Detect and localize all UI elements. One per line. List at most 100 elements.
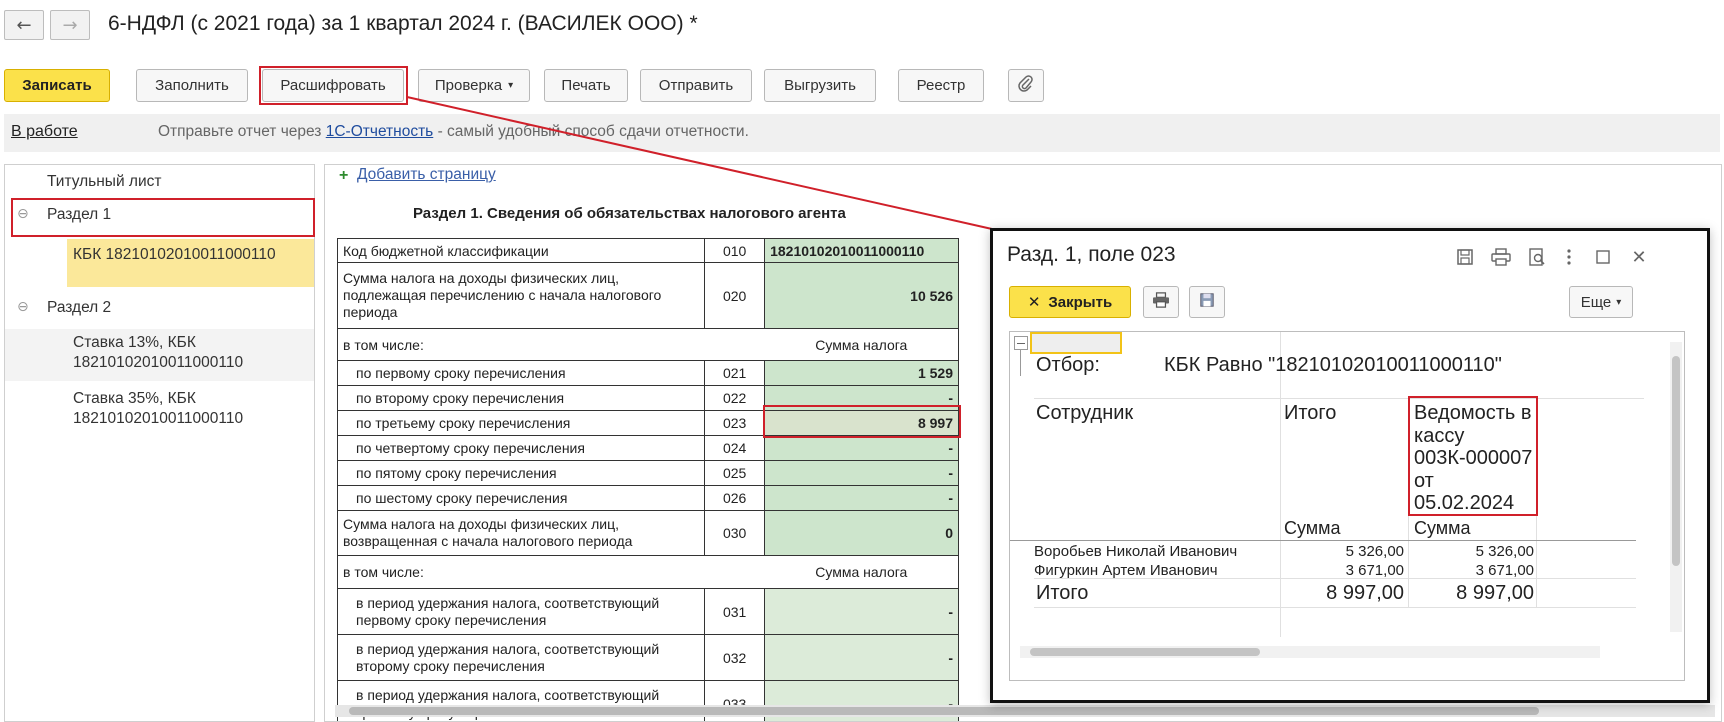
tree-item-section1[interactable]: ⊖ Раздел 1 bbox=[5, 197, 314, 237]
tree-item-label: Раздел 1 bbox=[47, 206, 111, 224]
row-label: по первому сроку перечисления bbox=[338, 361, 705, 386]
table-row: по третьему сроку перечисления 023 8 997 bbox=[338, 411, 959, 436]
row-label: в период удержания налога, соответствующ… bbox=[338, 589, 705, 635]
save-button[interactable]: Записать bbox=[4, 69, 110, 102]
subheader-sum: Сумма bbox=[1414, 518, 1471, 539]
status-link[interactable]: В работе bbox=[11, 123, 78, 141]
check-button[interactable]: Проверка ▾ bbox=[418, 69, 530, 102]
info-text-before: Отправьте отчет через bbox=[158, 123, 321, 140]
arrow-right-icon: → bbox=[62, 15, 77, 36]
tree-item-rate-13[interactable]: Ставка 13%, КБК 18210102010011000110 bbox=[5, 329, 314, 381]
row-code: 026 bbox=[705, 486, 765, 511]
collapse-icon[interactable]: ⊖ bbox=[17, 206, 29, 222]
forward-button[interactable]: → bbox=[50, 10, 90, 40]
table-row: в том числе: Сумма налога bbox=[338, 556, 959, 589]
info-text-after: - самый удобный способ сдачи отчетности. bbox=[438, 123, 749, 140]
row-code: 010 bbox=[705, 239, 765, 263]
tree-item-label: Раздел 2 bbox=[47, 299, 111, 317]
group-bracket bbox=[1020, 350, 1021, 376]
table-row: Код бюджетной классификации 010 18210102… bbox=[338, 239, 959, 263]
field-031[interactable]: - bbox=[765, 589, 959, 635]
row-label: по третьему сроку перечисления bbox=[338, 411, 705, 436]
popup-more-button[interactable]: Еще ▾ bbox=[1569, 286, 1633, 318]
row-code: 031 bbox=[705, 589, 765, 635]
table-row: в период удержания налога, соответствующ… bbox=[338, 589, 959, 635]
export-button[interactable]: Выгрузить bbox=[764, 69, 876, 102]
row-code: 032 bbox=[705, 635, 765, 681]
group-collapse-icon[interactable] bbox=[1014, 336, 1028, 350]
popup-save-button[interactable] bbox=[1189, 286, 1225, 318]
paperclip-icon bbox=[1017, 75, 1035, 97]
fill-button[interactable]: Заполнить bbox=[136, 69, 248, 102]
field-032[interactable]: - bbox=[765, 635, 959, 681]
decode-popup: Разд. 1, поле 023 ✕ ✕ Закрыть Еще ▾ bbox=[990, 228, 1710, 703]
collapse-icon[interactable]: ⊖ bbox=[17, 299, 29, 315]
tree-item-label-line2: 18210102010011000110 bbox=[73, 409, 314, 429]
scrollbar-thumb[interactable] bbox=[349, 707, 1539, 715]
employee-doc-sum: 3 671,00 bbox=[1430, 562, 1534, 579]
close-popup-button[interactable]: ✕ Закрыть bbox=[1009, 286, 1131, 318]
report-horizontal-scrollbar[interactable] bbox=[1020, 646, 1600, 658]
attach-button[interactable] bbox=[1008, 69, 1044, 102]
close-icon[interactable]: ✕ bbox=[1627, 245, 1651, 269]
row-code: 025 bbox=[705, 461, 765, 486]
field-021[interactable]: 1 529 bbox=[765, 361, 959, 386]
tree-item-rate-35[interactable]: Ставка 35%, КБК 18210102010011000110 bbox=[5, 385, 314, 433]
tree-item-section1-kbk[interactable]: КБК 18210102010011000110 bbox=[67, 239, 314, 287]
tree-item-section2[interactable]: ⊖ Раздел 2 bbox=[5, 295, 314, 325]
send-button[interactable]: Отправить bbox=[640, 69, 752, 102]
doc-line: кассу bbox=[1414, 425, 1532, 448]
field-030[interactable]: 0 bbox=[765, 511, 959, 556]
maximize-icon[interactable] bbox=[1591, 245, 1615, 269]
scrollbar-thumb[interactable] bbox=[1030, 648, 1260, 656]
tree-item-label: КБК 18210102010011000110 bbox=[73, 246, 276, 263]
close-button-label: Закрыть bbox=[1048, 294, 1112, 311]
footer-total: 8 997,00 bbox=[1290, 582, 1404, 605]
scrollbar-thumb[interactable] bbox=[1672, 356, 1680, 566]
column-caption: Сумма налога bbox=[765, 329, 959, 361]
field-010[interactable]: 18210102010011000110 bbox=[765, 239, 959, 263]
close-x-icon: ✕ bbox=[1028, 293, 1041, 311]
more-vertical-icon[interactable] bbox=[1557, 245, 1581, 269]
page-title: 6-НДФЛ (с 2021 года) за 1 квартал 2024 г… bbox=[108, 12, 698, 36]
section-tree: Титульный лист ⊖ Раздел 1 КБК 1821010201… bbox=[4, 164, 315, 722]
form-horizontal-scrollbar[interactable] bbox=[335, 705, 1715, 717]
grid-line bbox=[1280, 332, 1281, 637]
table-row: по четвертому сроку перечисления 024 - bbox=[338, 436, 959, 461]
tree-item-label-line1: Ставка 35%, КБК bbox=[73, 389, 314, 409]
employee-name: Фигуркин Артем Иванович bbox=[1034, 562, 1218, 579]
field-025[interactable]: - bbox=[765, 461, 959, 486]
print-button[interactable]: Печать bbox=[544, 69, 628, 102]
save-icon[interactable] bbox=[1453, 245, 1477, 269]
registry-button[interactable]: Реестр bbox=[898, 69, 984, 102]
field-026[interactable]: - bbox=[765, 486, 959, 511]
add-page-link[interactable]: Добавить страницу bbox=[357, 166, 496, 184]
plus-icon: + bbox=[339, 167, 348, 185]
field-024[interactable]: - bbox=[765, 436, 959, 461]
print-icon[interactable] bbox=[1489, 245, 1513, 269]
grid-line bbox=[1408, 398, 1409, 608]
reporting-link[interactable]: 1С-Отчетность bbox=[326, 123, 434, 140]
tree-item-label: Титульный лист bbox=[47, 173, 161, 190]
table-row: по второму сроку перечисления 022 - bbox=[338, 386, 959, 411]
decode-button[interactable]: Расшифровать bbox=[262, 69, 404, 102]
row-label: в том числе: bbox=[338, 556, 705, 589]
report-vertical-scrollbar[interactable] bbox=[1670, 342, 1682, 632]
tree-item-label-line1: Ставка 13%, КБК bbox=[73, 333, 314, 353]
table-row: по пятому сроку перечисления 025 - bbox=[338, 461, 959, 486]
tree-item-title-sheet[interactable]: Титульный лист bbox=[47, 173, 297, 191]
field-022[interactable]: - bbox=[765, 386, 959, 411]
tree-item-label-line2: 18210102010011000110 bbox=[73, 353, 314, 373]
back-button[interactable]: ← bbox=[4, 10, 44, 40]
employee-total: 5 326,00 bbox=[1300, 543, 1404, 560]
active-cell[interactable] bbox=[1030, 332, 1122, 354]
row-label: в том числе: bbox=[338, 329, 705, 361]
doc-line: 003К-000007 bbox=[1414, 447, 1532, 470]
field-020[interactable]: 10 526 bbox=[765, 263, 959, 329]
print-icon bbox=[1152, 292, 1170, 312]
field-023[interactable]: 8 997 bbox=[765, 411, 959, 436]
preview-icon[interactable] bbox=[1525, 245, 1549, 269]
section1-table: Код бюджетной классификации 010 18210102… bbox=[337, 238, 959, 722]
chevron-down-icon: ▾ bbox=[1616, 297, 1621, 308]
popup-print-button[interactable] bbox=[1143, 286, 1179, 318]
